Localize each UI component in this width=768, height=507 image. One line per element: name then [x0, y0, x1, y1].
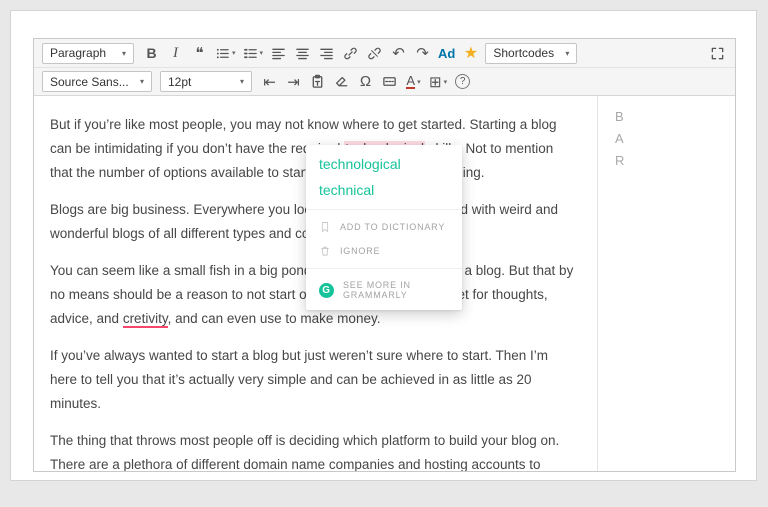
numbered-list-icon	[243, 46, 258, 61]
popup-divider	[306, 209, 462, 210]
paragraph-format-select[interactable]: Paragraph ▾	[42, 43, 134, 64]
suggestion-technological[interactable]: technological	[306, 152, 462, 178]
eraser-icon	[334, 74, 349, 89]
paragraph-format-label: Paragraph	[50, 46, 106, 60]
shortcodes-label: Shortcodes	[493, 46, 554, 60]
indent-button[interactable]: ⇥	[282, 71, 305, 93]
font-size-label: 12pt	[168, 75, 191, 89]
text-run: , and can even use to make money.	[168, 311, 381, 326]
align-left-button[interactable]	[267, 42, 290, 64]
text-run: Blogs are big business. Everywhere you l…	[50, 202, 558, 241]
gutter-letter-b: B	[615, 106, 735, 128]
redo-button[interactable]: ↷	[411, 42, 434, 64]
numbered-list-button[interactable]: ▾	[240, 42, 267, 64]
editor-toolbar: Paragraph ▾ B I ❝ ▾	[34, 39, 735, 96]
fullscreen-button[interactable]	[706, 42, 729, 64]
bookmark-icon	[319, 221, 331, 233]
special-character-button[interactable]: Ω	[354, 71, 377, 93]
add-to-dictionary-button[interactable]: ADD TO DICTIONARY	[306, 215, 462, 239]
ignore-label: IGNORE	[340, 246, 380, 256]
align-center-icon	[295, 46, 310, 61]
right-gutter: B A R	[597, 96, 735, 471]
see-more-in-grammarly-button[interactable]: G SEE MORE IN GRAMMARLY	[306, 274, 462, 306]
font-size-select[interactable]: 12pt ▾	[160, 71, 252, 92]
shortcodes-select[interactable]: Shortcodes ▾	[485, 43, 577, 64]
help-icon: ?	[455, 74, 470, 89]
outdent-button[interactable]: ⇤	[258, 71, 281, 93]
link-icon	[343, 46, 358, 61]
clipboard-icon	[310, 74, 325, 89]
paragraph-5: The thing that throws most people off is…	[50, 429, 577, 471]
text-color-label: A	[406, 74, 415, 89]
caret-down-icon: ▾	[140, 77, 144, 86]
read-more-icon	[382, 74, 397, 89]
clear-formatting-button[interactable]	[330, 71, 353, 93]
popup-divider	[306, 268, 462, 269]
grammarly-suggestion-popup: technological technical ADD TO DICTIONAR…	[306, 145, 462, 310]
bullet-list-icon	[215, 46, 230, 61]
italic-button[interactable]: I	[164, 42, 187, 64]
caret-down-icon: ▾	[122, 49, 126, 58]
insert-link-button[interactable]	[339, 42, 362, 64]
caret-down-icon: ▾	[417, 78, 421, 86]
paste-as-text-button[interactable]	[306, 71, 329, 93]
caret-down-icon: ▾	[444, 78, 448, 86]
caret-down-icon: ▾	[232, 49, 236, 57]
blockquote-button[interactable]: ❝	[188, 42, 211, 64]
see-more-label: SEE MORE IN GRAMMARLY	[343, 280, 449, 300]
add-to-dictionary-label: ADD TO DICTIONARY	[340, 222, 445, 232]
help-button[interactable]: ?	[451, 71, 474, 93]
misspelled-word-cretivity[interactable]: cretivity	[123, 311, 168, 328]
table-icon: ⊞	[429, 73, 442, 91]
align-right-icon	[319, 46, 334, 61]
align-right-button[interactable]	[315, 42, 338, 64]
remove-link-button[interactable]	[363, 42, 386, 64]
caret-down-icon: ▾	[240, 77, 244, 86]
text-color-button[interactable]: A ▾	[402, 71, 425, 93]
font-family-label: Source Sans...	[50, 75, 129, 89]
caret-down-icon: ▾	[565, 49, 569, 58]
toolbar-row-1: Paragraph ▾ B I ❝ ▾	[34, 39, 735, 67]
gutter-letter-r: R	[615, 150, 735, 172]
bullet-list-button[interactable]: ▾	[212, 42, 239, 64]
table-button[interactable]: ⊞ ▾	[426, 71, 450, 93]
editor-card: Paragraph ▾ B I ❝ ▾	[10, 10, 757, 481]
grammarly-logo-icon: G	[319, 283, 334, 298]
undo-button[interactable]: ↶	[387, 42, 410, 64]
unlink-icon	[367, 46, 382, 61]
caret-down-icon: ▾	[260, 49, 264, 57]
suggestion-technical[interactable]: technical	[306, 178, 462, 204]
ad-inserter-button[interactable]: Ad	[435, 42, 458, 64]
text-run: If you’ve always wanted to start a blog …	[50, 348, 548, 411]
paragraph-4: If you’ve always wanted to start a blog …	[50, 344, 577, 416]
font-family-select[interactable]: Source Sans... ▾	[42, 71, 152, 92]
bold-button[interactable]: B	[140, 42, 163, 64]
toolbar-row-2: Source Sans... ▾ 12pt ▾ ⇤ ⇥	[34, 67, 735, 95]
fullscreen-icon	[710, 46, 725, 61]
ignore-button[interactable]: IGNORE	[306, 239, 462, 263]
text-run: The thing that throws most people off is…	[50, 433, 562, 471]
trash-icon	[319, 245, 331, 257]
page-background: Paragraph ▾ B I ❝ ▾	[0, 0, 768, 507]
align-center-button[interactable]	[291, 42, 314, 64]
align-left-icon	[271, 46, 286, 61]
star-button[interactable]: ★	[459, 42, 482, 64]
read-more-button[interactable]	[378, 71, 401, 93]
gutter-letter-a: A	[615, 128, 735, 150]
